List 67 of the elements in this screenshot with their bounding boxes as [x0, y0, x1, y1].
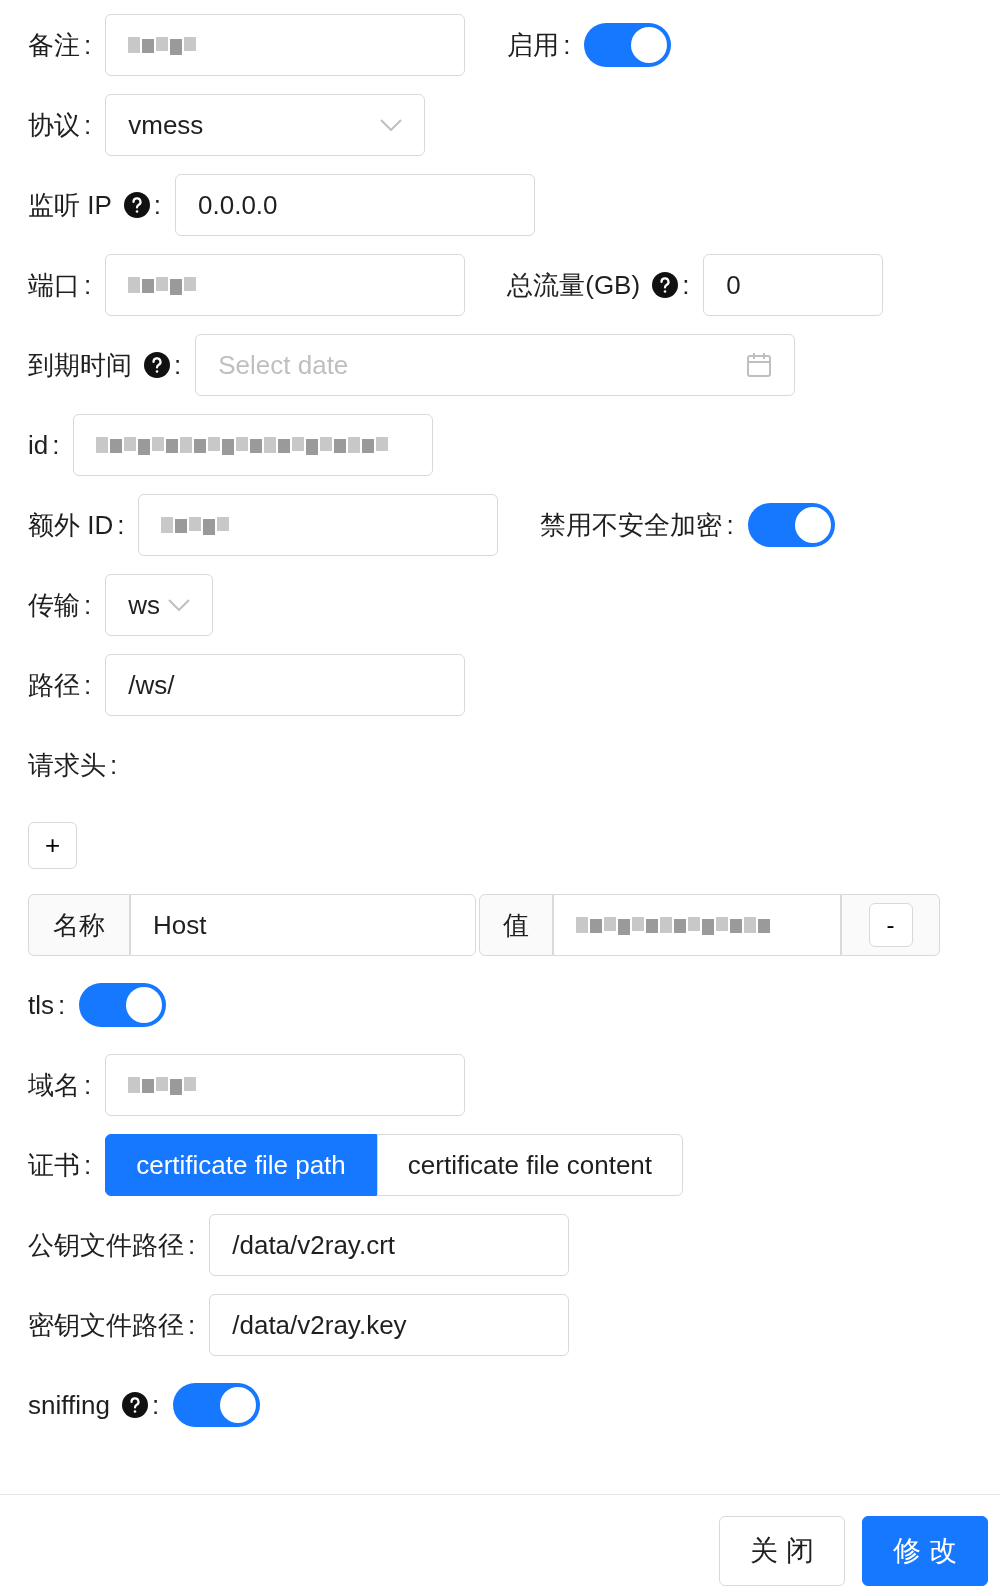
- field-label: 公钥文件路径: [28, 1228, 184, 1262]
- label-colon: :: [84, 669, 92, 701]
- label-colon: :: [84, 589, 92, 621]
- toggle-switch[interactable]: [173, 1383, 261, 1427]
- field-label: 总流量(GB): [507, 268, 641, 302]
- label-colon: :: [151, 1389, 160, 1421]
- label-colon: :: [110, 749, 118, 781]
- caret-icon: [380, 119, 403, 131]
- field-label: 路径: [28, 668, 80, 702]
- calendar-icon: [746, 352, 773, 378]
- label-colon: :: [84, 269, 92, 301]
- field-label: 证书: [28, 1148, 80, 1182]
- field-label: 请求头: [28, 748, 106, 782]
- radio-option[interactable]: certificate file content: [376, 1134, 684, 1196]
- field-label: 协议: [28, 108, 80, 142]
- field-label: 域名: [28, 1068, 80, 1102]
- label-colon: :: [117, 509, 125, 541]
- field-label: 传输: [28, 588, 80, 622]
- label-colon: :: [52, 429, 60, 461]
- field-label: 额外 ID: [28, 508, 114, 542]
- label-colon: :: [174, 349, 182, 381]
- label-colon: :: [84, 1149, 92, 1181]
- radio-option[interactable]: certificate file path: [105, 1134, 377, 1196]
- field-label: 端口: [28, 268, 80, 302]
- field-label: tls: [28, 989, 54, 1021]
- input-field[interactable]: [105, 14, 466, 76]
- toggle-switch[interactable]: [79, 983, 167, 1027]
- input-field[interactable]: [105, 1054, 466, 1116]
- name-addon: 名称: [28, 894, 130, 956]
- label-colon: :: [682, 269, 690, 301]
- input-field[interactable]: [105, 254, 466, 316]
- label-colon: :: [58, 989, 66, 1021]
- select-field[interactable]: ws: [105, 574, 214, 636]
- input-field[interactable]: 0.0.0.0: [175, 174, 536, 236]
- header-value-field[interactable]: [553, 894, 841, 956]
- input-field[interactable]: [73, 414, 434, 476]
- field-label: 禁用不安全加密: [540, 508, 723, 542]
- input-field[interactable]: [138, 494, 499, 556]
- field-label: 密钥文件路径: [28, 1308, 184, 1342]
- toggle-switch[interactable]: [584, 23, 672, 67]
- remove-button[interactable]: -: [868, 903, 913, 947]
- label-colon: :: [563, 29, 571, 61]
- header-name-field[interactable]: Host: [130, 894, 476, 956]
- input-field[interactable]: /data/v2ray.key: [209, 1294, 570, 1356]
- field-label: id: [28, 429, 49, 461]
- input-field[interactable]: /ws/: [105, 654, 466, 716]
- label-colon: :: [84, 29, 92, 61]
- label-colon: :: [188, 1229, 196, 1261]
- input-field[interactable]: 0: [703, 254, 884, 316]
- label-colon: :: [84, 109, 92, 141]
- label-colon: :: [188, 1309, 196, 1341]
- toggle-switch[interactable]: [747, 503, 835, 547]
- label-colon: :: [153, 189, 162, 221]
- select-field[interactable]: vmess: [105, 94, 426, 156]
- label-colon: :: [726, 509, 734, 541]
- field-label: sniffing: [28, 1389, 110, 1421]
- caret-icon: [168, 599, 191, 611]
- field-label: 启用: [507, 28, 560, 62]
- close-button[interactable]: 关 闭: [719, 1516, 846, 1586]
- submit-button[interactable]: 修 改: [862, 1516, 988, 1586]
- field-label: 监听 IP: [28, 188, 112, 222]
- input-field[interactable]: /data/v2ray.crt: [209, 1214, 570, 1276]
- label-colon: :: [84, 1069, 92, 1101]
- field-label: 到期时间: [28, 348, 132, 382]
- value-addon: 值: [479, 894, 553, 956]
- add-button[interactable]: +: [28, 821, 77, 869]
- field-label: 备注: [28, 28, 80, 62]
